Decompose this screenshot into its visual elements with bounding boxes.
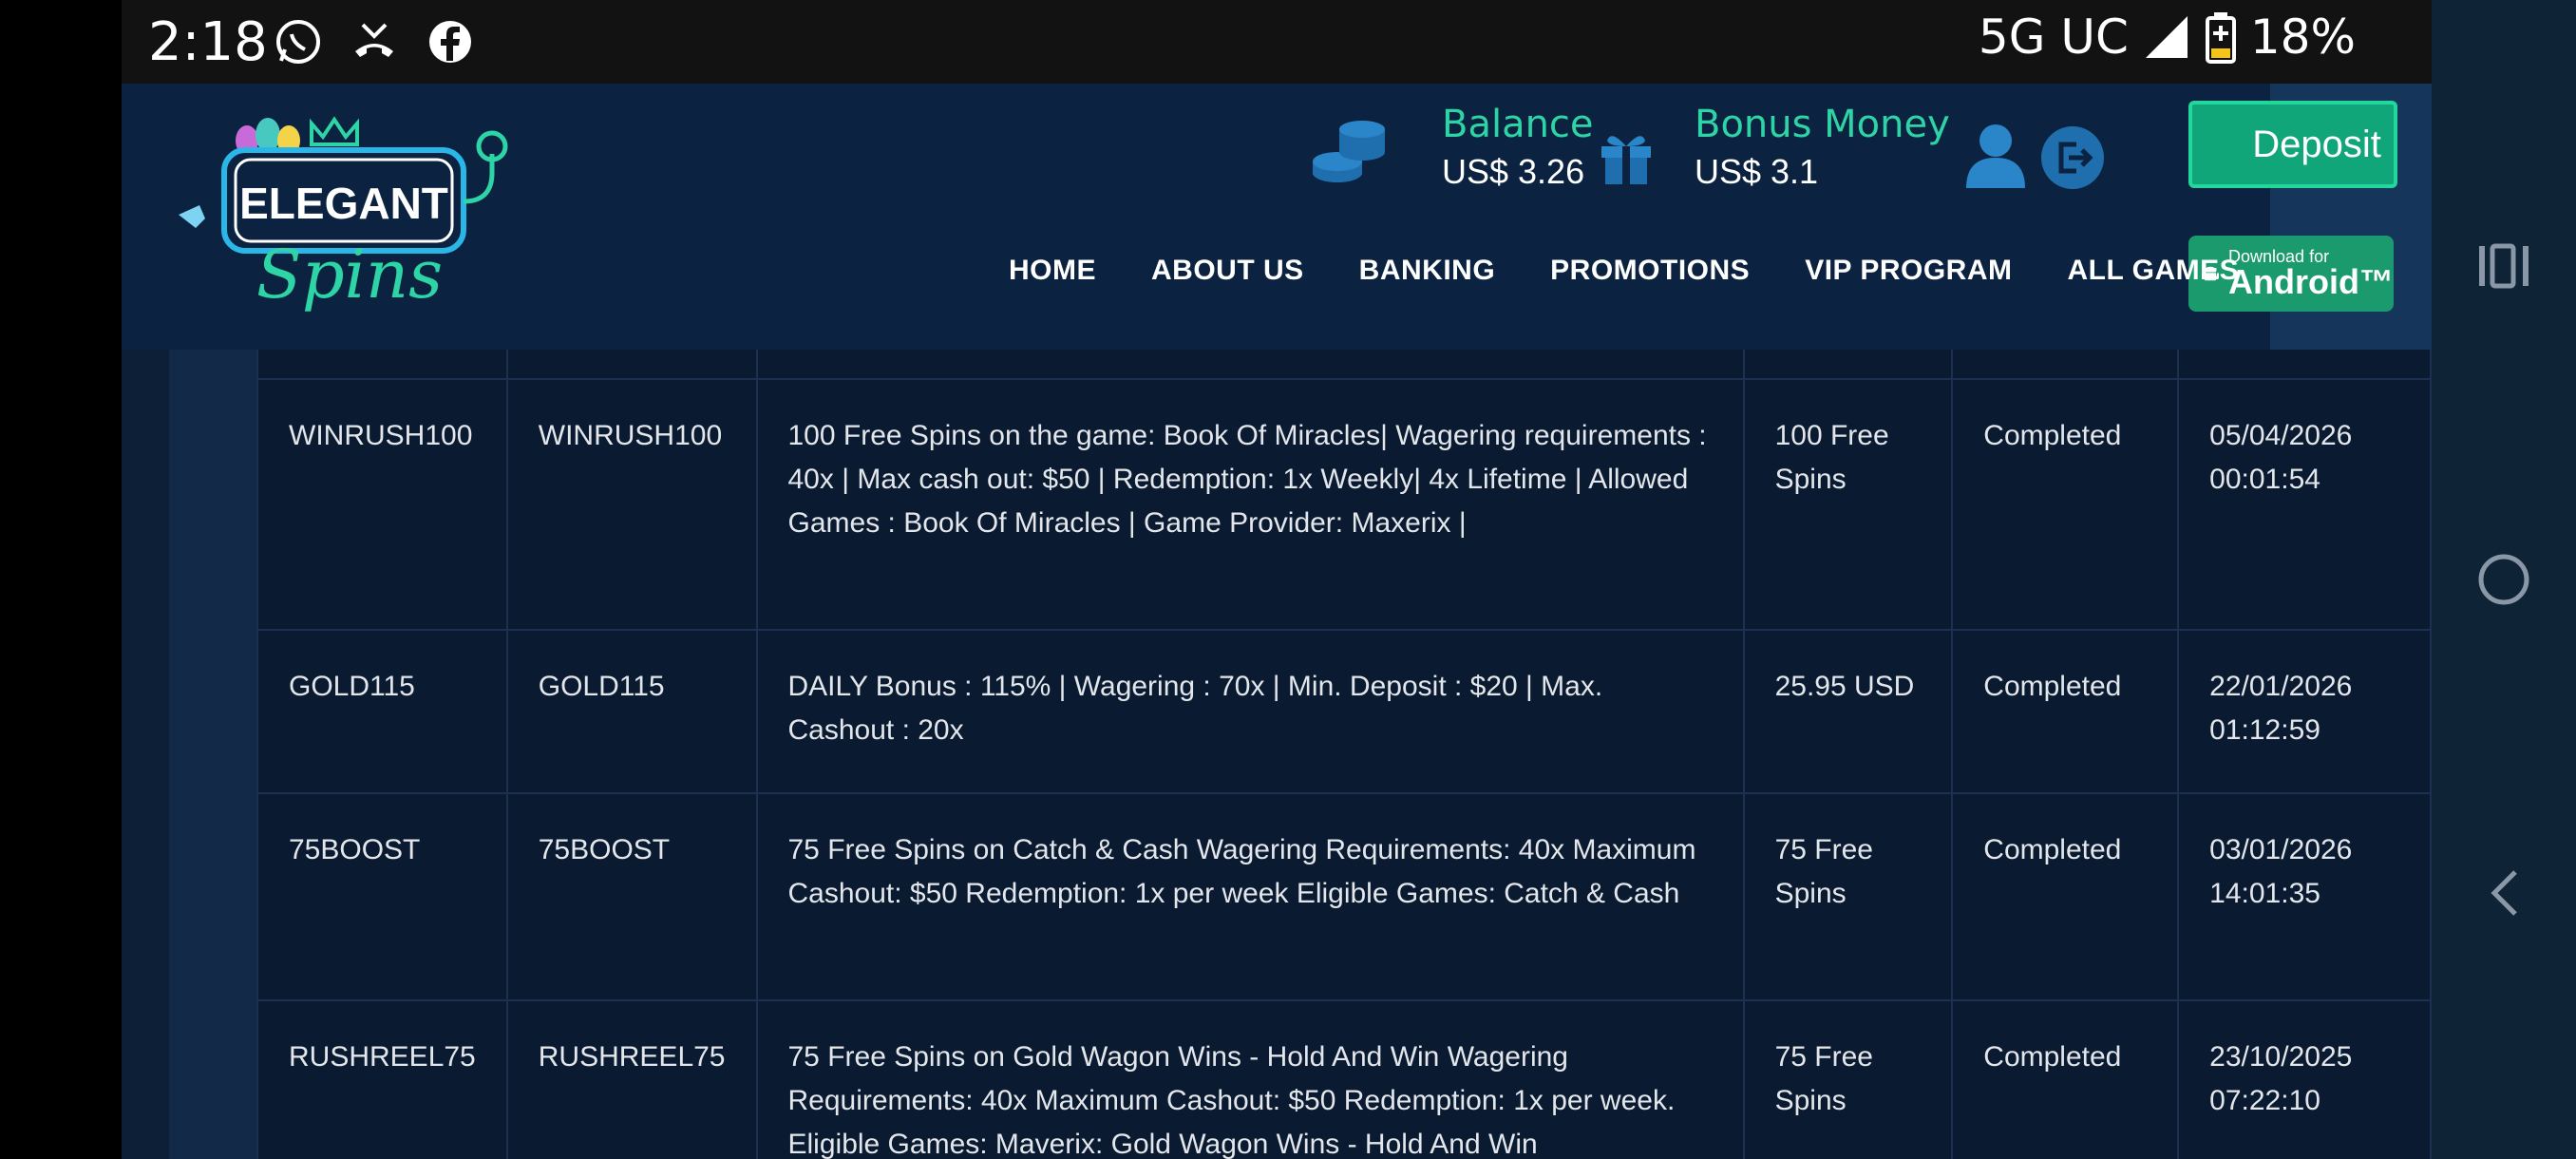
notification-icons [274, 17, 475, 66]
cell-amount: 25.95 USD [1743, 630, 1954, 794]
cell-status: Completed [1952, 379, 2180, 631]
bonus-money-label: Bonus Money [1695, 103, 1950, 146]
table-row: WINRUSH100 WINRUSH100 100 Free Spins on … [256, 379, 2432, 631]
battery-percent: 18% [2249, 10, 2356, 65]
cell-amount: 100 Free Spins [1743, 379, 1954, 631]
cell-datetime: 03/01/2026 14:01:35 [2178, 793, 2432, 1001]
facebook-icon [429, 21, 471, 63]
back-chevron-icon [2491, 870, 2517, 916]
cell-code: 75BOOST [256, 793, 508, 1001]
cell-amount: 75 Free Spins [1743, 793, 1954, 1001]
table-row: RUSHREEL75 RUSHREEL75 75 Free Spins on G… [256, 1000, 2432, 1159]
menu-home[interactable]: HOME [1009, 255, 1096, 287]
table-row: GOLD115 GOLD115 DAILY Bonus : 115% | Wag… [256, 630, 2432, 794]
cell-time: 00:01:54 [2209, 464, 2320, 495]
balance-block: Balance US$ 3.26 [1442, 103, 1594, 192]
coins-icon [1313, 121, 1385, 182]
bonus-history-section: WINRUSH100 WINRUSH100 100 Free Spins on … [122, 350, 2432, 1159]
status-right: 5G UC 18% [1979, 10, 2356, 65]
cell-description: 100 Free Spins on the game: Book Of Mira… [756, 379, 1745, 631]
balance-value: US$ 3.26 [1442, 152, 1585, 191]
left-gutter [0, 0, 122, 1159]
bonus-history-table: WINRUSH100 WINRUSH100 100 Free Spins on … [256, 350, 2432, 1159]
cell-date: 03/01/2026 [2209, 834, 2353, 865]
battery-icon [2205, 12, 2236, 64]
recent-apps-icon [2479, 243, 2529, 289]
bonus-money-value: US$ 3.1 [1695, 152, 1819, 191]
menu-banking[interactable]: BANKING [1359, 255, 1496, 287]
cell-name: 75BOOST [506, 793, 758, 1001]
android-label: Android™ [2228, 262, 2394, 301]
main-menu: HOME ABOUT US BANKING PROMOTIONS VIP PRO… [1009, 255, 2239, 287]
cell-code: GOLD115 [256, 630, 508, 794]
balance-label: Balance [1442, 103, 1594, 146]
home-circle-icon [2478, 554, 2529, 605]
whatsapp-icon [276, 20, 320, 64]
gift-icon[interactable] [1596, 125, 1657, 186]
network-label: 5G UC [1978, 10, 2129, 65]
cell-amount: 75 Free Spins [1743, 1000, 1954, 1159]
logo-text-top: ELEGANT [239, 179, 448, 228]
cell-description: 75 Free Spins on Gold Wagon Wins - Hold … [756, 1000, 1745, 1159]
cell-datetime: 23/10/2025 07:22:10 [2178, 1000, 2432, 1159]
cell-name: RUSHREEL75 [506, 1000, 758, 1159]
menu-promotions[interactable]: PROMOTIONS [1550, 255, 1750, 287]
deposit-button[interactable]: Deposit [2188, 101, 2397, 188]
cell-name: WINRUSH100 [506, 379, 758, 631]
home-button[interactable] [2432, 542, 2576, 618]
cell-date: 22/01/2026 [2209, 671, 2353, 702]
cell-date: 05/04/2026 [2209, 420, 2353, 451]
bonus-table-wrap[interactable]: WINRUSH100 WINRUSH100 100 Free Spins on … [256, 350, 2432, 1159]
cell-date: 23/10/2025 [2209, 1041, 2353, 1073]
status-time: 2:18 [148, 11, 268, 73]
menu-vip-program[interactable]: VIP PROGRAM [1805, 255, 2012, 287]
menu-all-games[interactable]: ALL GAMES [2068, 255, 2240, 287]
missed-call-icon [355, 23, 393, 57]
system-nav-bar [2432, 0, 2576, 1159]
site-header: ELEGANT Spins Balance US$ 3.26 Bonus Mon… [122, 84, 2432, 350]
cell-description: 75 Free Spins on Catch & Cash Wagering R… [756, 793, 1745, 1001]
back-button[interactable] [2432, 855, 2576, 931]
cell-status: Completed [1952, 793, 2180, 1001]
cell-time: 01:12:59 [2209, 714, 2320, 746]
user-icon[interactable] [1964, 122, 2027, 190]
content-side-stripe [169, 350, 256, 1159]
menu-about-us[interactable]: ABOUT US [1151, 255, 1304, 287]
cell-time: 14:01:35 [2209, 878, 2320, 909]
table-row-partial [256, 350, 2432, 380]
cell-datetime: 22/01/2026 01:12:59 [2178, 630, 2432, 794]
elegant-spins-logo[interactable]: ELEGANT Spins [169, 103, 616, 340]
status-bar: 2:18 5G UC 18% [122, 0, 2432, 84]
cell-code: RUSHREEL75 [256, 1000, 508, 1159]
bonus-money-block: Bonus Money US$ 3.1 [1695, 103, 1950, 192]
cell-name: GOLD115 [506, 630, 758, 794]
cell-datetime: 05/04/2026 00:01:54 [2178, 379, 2432, 631]
cell-status: Completed [1952, 1000, 2180, 1159]
logout-icon[interactable] [2040, 125, 2105, 190]
cell-code: WINRUSH100 [256, 379, 508, 631]
table-row: 75BOOST 75BOOST 75 Free Spins on Catch &… [256, 793, 2432, 1001]
recent-apps-button[interactable] [2432, 228, 2576, 304]
cell-status: Completed [1952, 630, 2180, 794]
cell-time: 07:22:10 [2209, 1085, 2320, 1116]
logo-text-bottom: Spins [256, 236, 443, 314]
cell-description: DAILY Bonus : 115% | Wagering : 70x | Mi… [756, 630, 1745, 794]
signal-icon [2145, 16, 2188, 58]
